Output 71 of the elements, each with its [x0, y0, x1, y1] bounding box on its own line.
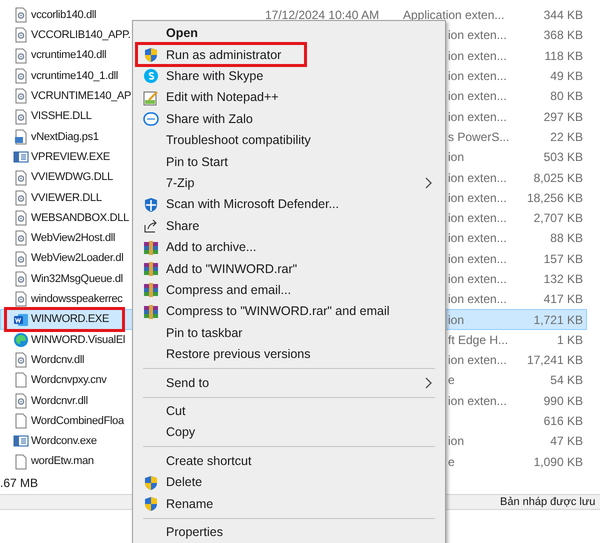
file-size: 132 KB — [542, 271, 584, 288]
file-type: ion exten... — [448, 88, 508, 106]
date-modified: 17/12/2024 10:40 AM — [265, 7, 380, 24]
file-type: ion exten... — [448, 392, 508, 410]
file-name: VCRUNTIME140_AP — [31, 89, 132, 104]
file-size: 49 KB — [549, 68, 584, 86]
file-size: 616 KB — [542, 413, 584, 430]
file-type: ion exten... — [448, 190, 508, 207]
file-name: Wordcnv.dll — [31, 352, 86, 368]
file-name: VISSHE.DLL — [31, 109, 93, 124]
file-size: 22 KB — [549, 128, 584, 146]
file-type: ft Edge H... — [448, 332, 510, 349]
file-type: ion exten... — [448, 250, 508, 268]
file-type: ion exten... — [448, 27, 508, 44]
file-type: ion exten... — [448, 210, 508, 228]
status-note: Bản nháp được lưu — [500, 494, 596, 510]
file-name: VVIEWER.DLL — [31, 190, 103, 206]
file-size: 344 KB — [542, 7, 584, 24]
file-type: ion exten... — [448, 271, 508, 288]
file-name: WordCombinedFloa — [31, 414, 126, 429]
file-type: ion — [448, 312, 466, 329]
file-name: VVIEWDWG.DLL — [31, 170, 114, 186]
file-name: wordEtw.man — [31, 454, 95, 470]
file-name: vcruntime140.dll — [31, 48, 108, 64]
file-size: 368 KB — [542, 27, 584, 44]
file-type: Application exten... — [403, 7, 506, 24]
file-type: ion exten... — [448, 291, 508, 308]
file-size: 8,025 KB — [532, 170, 584, 187]
file-size: 503 KB — [542, 149, 584, 166]
file-size: 118 KB — [544, 48, 584, 65]
file-type: ion — [448, 433, 466, 450]
file-name: Wordcnvr.dll — [31, 394, 89, 409]
file-name: vccorlib140.dll — [31, 8, 98, 23]
file-size: 417 KB — [542, 291, 584, 308]
file-size: 1,090 KB — [532, 454, 584, 471]
file-name: Wordcnvpxy.cnv — [31, 373, 108, 388]
file-name: WINWORD.VisualEl — [31, 332, 126, 348]
file-name: WEBSANDBOX.DLL — [31, 210, 130, 226]
file-size: 80 KB — [549, 88, 584, 106]
file-size: 54 KB — [549, 372, 584, 390]
file-size: 1 KB — [556, 332, 584, 349]
file-type: ion exten... — [448, 352, 508, 370]
file-type: ion exten... — [448, 108, 508, 126]
file-name: WINWORD.EXE — [31, 312, 110, 328]
file-size: 157 KB — [542, 250, 584, 268]
file-type: e — [448, 454, 456, 471]
file-size: 2,707 KB — [532, 210, 584, 228]
file-name: Wordconv.exe — [31, 434, 98, 450]
file-name: WebView2Loader.dl — [31, 251, 124, 266]
file-size: 18,256 KB — [526, 190, 584, 207]
file-size: 1,721 KB — [532, 312, 584, 329]
file-type: e — [448, 372, 456, 390]
file-size: 17,241 KB — [526, 352, 584, 370]
file-name: Win32MsgQueue.dl — [31, 272, 124, 287]
status-size: .67 MB — [0, 474, 38, 492]
file-size: 47 KB — [549, 433, 584, 450]
file-type: ion exten... — [448, 230, 508, 248]
file-type: ion exten... — [448, 68, 508, 86]
file-size: 88 KB — [549, 230, 584, 248]
file-type: ion exten... — [448, 170, 508, 187]
file-size: 297 KB — [542, 108, 584, 126]
file-name: windowsspeakerrec — [31, 292, 124, 308]
file-name: vcruntime140_1.dll — [31, 68, 119, 84]
file-size: 990 KB — [542, 392, 584, 410]
file-name: WebView2Host.dll — [31, 231, 116, 246]
file-type: s PowerS... — [448, 128, 510, 146]
file-name: VPREVIEW.EXE — [31, 150, 111, 165]
file-name: vNextDiag.ps1 — [31, 130, 100, 145]
file-type: ion exten... — [448, 48, 508, 65]
file-type: ion — [448, 149, 466, 166]
file-name: VCCORLIB140_APP. — [31, 28, 132, 44]
